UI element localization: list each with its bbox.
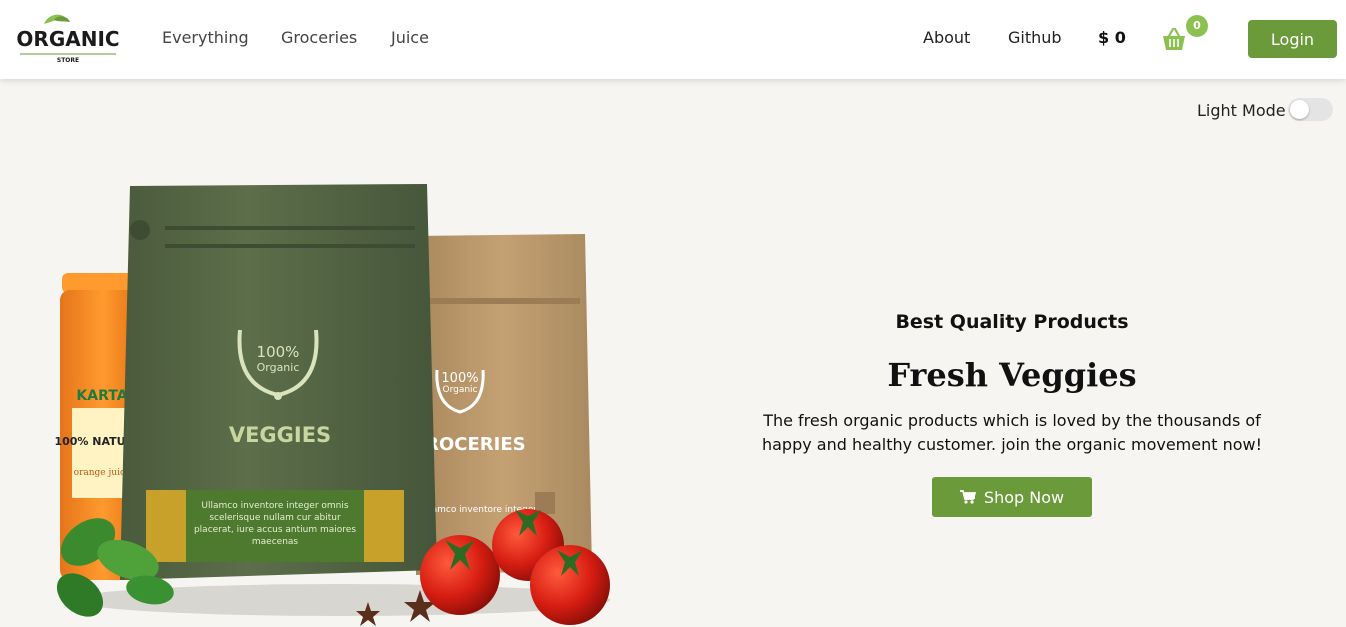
veggies-bag: 100% Organic VEGGIES Ullamco inventore i… bbox=[120, 184, 437, 580]
shop-now-button[interactable]: Shop Now bbox=[932, 477, 1092, 517]
jar-flavor: orange juice bbox=[74, 468, 131, 478]
shop-now-label: Shop Now bbox=[983, 487, 1065, 507]
bag2-badge-line1: 100% bbox=[441, 371, 478, 386]
top-navbar: ORGANIC STORE Everything Groceries Juice… bbox=[0, 0, 1346, 79]
nav-everything[interactable]: Everything bbox=[162, 28, 249, 47]
cart-total-price: $ 0 bbox=[1098, 28, 1126, 47]
logo-subtext: STORE bbox=[57, 57, 79, 64]
cart-count-badge: 0 bbox=[1186, 15, 1208, 37]
bag1-text: Ullamco inventore integer omnis sceleris… bbox=[193, 501, 357, 547]
light-mode-label: Light Mode bbox=[1197, 101, 1286, 120]
login-button[interactable]: Login bbox=[1248, 20, 1337, 58]
organic-store-logo[interactable]: ORGANIC STORE bbox=[14, 12, 122, 64]
hero-subtitle: Best Quality Products bbox=[895, 311, 1129, 333]
nav-about[interactable]: About bbox=[923, 28, 970, 47]
hero-title: Fresh Veggies bbox=[887, 356, 1137, 394]
toggle-knob bbox=[1290, 100, 1309, 119]
nav-juice[interactable]: Juice bbox=[391, 28, 429, 47]
theme-toggle[interactable] bbox=[1288, 98, 1333, 121]
hero-product-image: KARTA 100% NATURAL orange juice 100% Org… bbox=[54, 184, 610, 626]
nav-groceries[interactable]: Groceries bbox=[281, 28, 357, 47]
basket-icon[interactable] bbox=[1160, 26, 1188, 52]
bag1-label: VEGGIES bbox=[229, 423, 331, 447]
cart-icon bbox=[959, 490, 976, 504]
jar-brand: KARTA bbox=[76, 388, 127, 404]
bag1-badge-line1: 100% bbox=[257, 343, 300, 361]
hero-description: The fresh organic products which is love… bbox=[761, 411, 1263, 454]
logo-text: ORGANIC bbox=[16, 27, 119, 51]
nav-github[interactable]: Github bbox=[1008, 28, 1062, 47]
bag2-badge-line2: Organic bbox=[442, 385, 477, 395]
bag1-badge-line2: Organic bbox=[257, 361, 300, 374]
